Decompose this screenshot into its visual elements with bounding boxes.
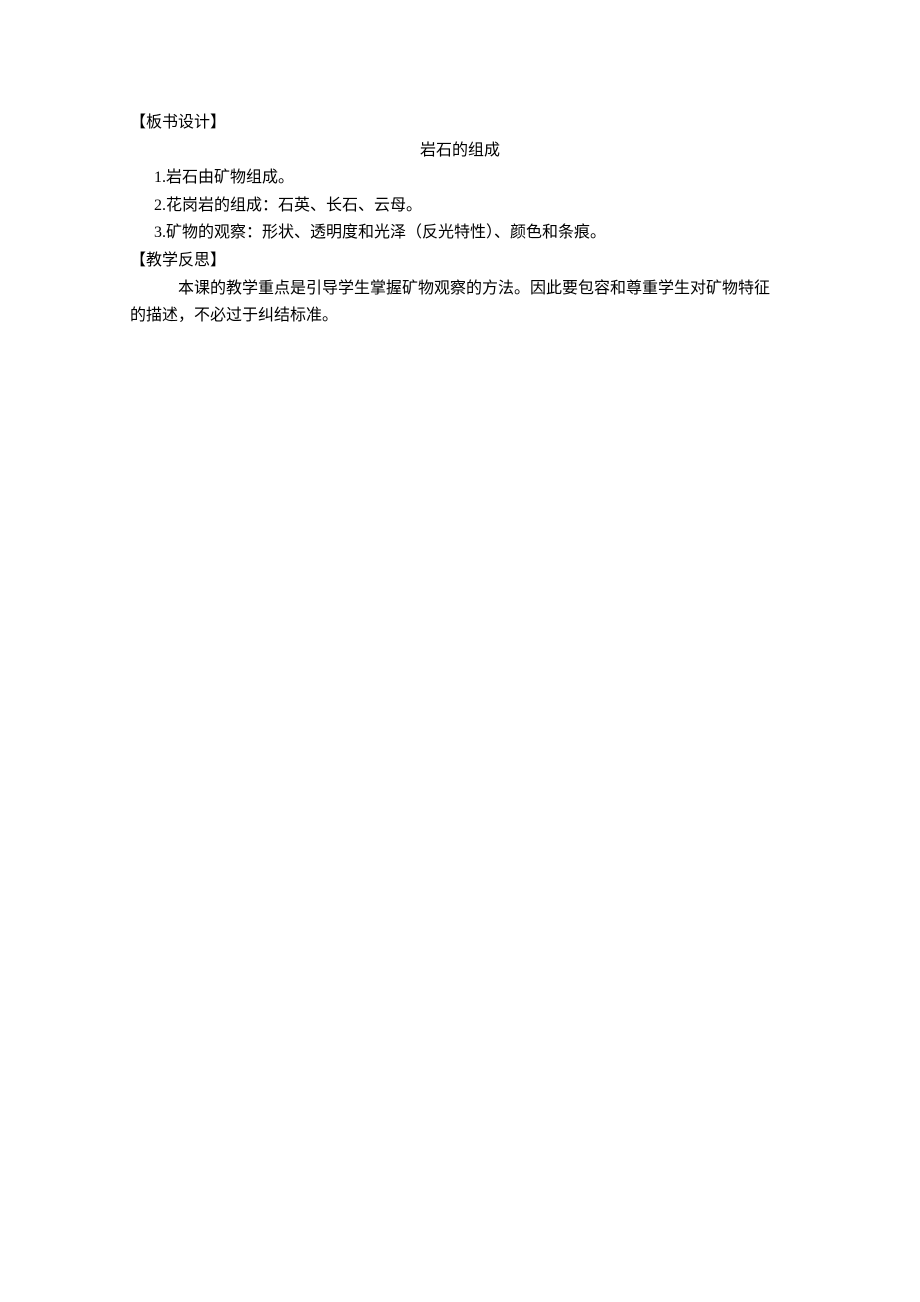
list-item-2: 2.花岗岩的组成：石英、长石、云母。 bbox=[130, 193, 790, 219]
list-item-1: 1.岩石由矿物组成。 bbox=[130, 165, 790, 191]
reflection-text-line2: 的描述，不必过于纠结标准。 bbox=[130, 303, 790, 329]
reflection-text-line1: 本课的教学重点是引导学生掌握矿物观察的方法。因此要包容和尊重学生对矿物特征 bbox=[130, 276, 790, 302]
board-design-header: 【板书设计】 bbox=[130, 110, 790, 136]
lesson-title: 岩石的组成 bbox=[130, 138, 790, 164]
list-item-3: 3.矿物的观察：形状、透明度和光泽（反光特性）、颜色和条痕。 bbox=[130, 220, 790, 246]
teaching-reflection-header: 【教学反思】 bbox=[130, 248, 790, 274]
